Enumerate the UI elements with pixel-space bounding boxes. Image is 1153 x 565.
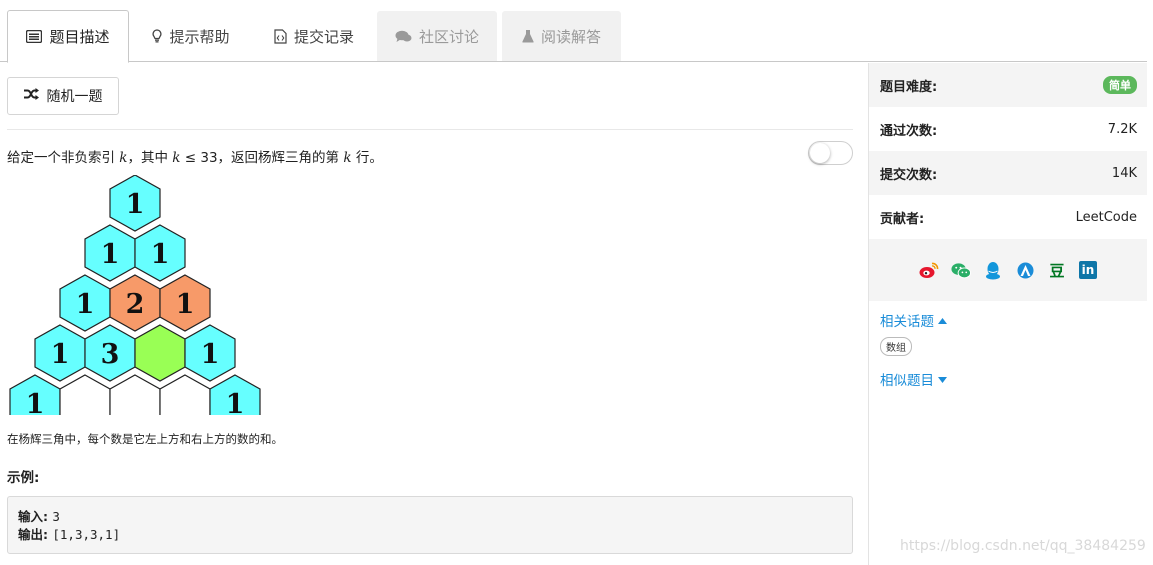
contributor-row: 贡献者: LeetCode bbox=[869, 195, 1147, 239]
example-code-block: 输入: 3 输出: [1,3,3,1] bbox=[7, 496, 853, 554]
statement-text: 给定一个非负索引 bbox=[7, 150, 120, 166]
hex-cell bbox=[134, 324, 186, 382]
watermark: https://blog.csdn.net/qq_38484259 bbox=[900, 538, 1146, 554]
hex-value: 3 bbox=[101, 339, 120, 370]
hex-value: 1 bbox=[26, 389, 45, 415]
submissions-row: 提交次数: 14K bbox=[869, 151, 1147, 195]
difficulty-row: 题目难度: 简单 bbox=[869, 63, 1147, 107]
example-heading: 示例: bbox=[7, 470, 40, 486]
statement-text: ，其中 bbox=[127, 150, 173, 166]
divider bbox=[7, 129, 853, 130]
hex-cell bbox=[109, 374, 161, 415]
qq-icon[interactable] bbox=[983, 260, 1003, 280]
random-problem-label: 随机一题 bbox=[46, 89, 103, 105]
hex-value: 1 bbox=[101, 239, 120, 270]
qzone-icon[interactable] bbox=[1015, 260, 1035, 280]
random-problem-button[interactable]: 随机一题 bbox=[7, 77, 119, 115]
wechat-icon[interactable] bbox=[951, 260, 971, 280]
example-output-line: 输出: [1,3,3,1] bbox=[18, 527, 121, 542]
tab-submissions[interactable]: 提交记录 bbox=[253, 10, 375, 62]
tab-label: 题目描述 bbox=[49, 28, 110, 46]
tab-label: 提示帮助 bbox=[169, 27, 230, 46]
caret-down-icon bbox=[938, 371, 947, 387]
hex-value: 1 bbox=[176, 289, 195, 320]
tab-description[interactable]: 题目描述 bbox=[7, 10, 129, 63]
submissions-value: 14K bbox=[1111, 165, 1137, 181]
douban-icon[interactable]: 豆 bbox=[1047, 260, 1067, 280]
contributor-label: 贡献者: bbox=[880, 211, 925, 227]
variable-k: k bbox=[343, 150, 352, 166]
hex-value: 1 bbox=[151, 239, 170, 270]
example-input-line: 输入: 3 bbox=[18, 509, 60, 524]
accepted-label: 通过次数: bbox=[880, 123, 938, 139]
similar-problems-toggle[interactable]: 相似题目 bbox=[869, 369, 1147, 389]
accepted-value: 7.2K bbox=[1107, 121, 1137, 137]
toggle-knob bbox=[810, 143, 830, 163]
toggle-switch[interactable] bbox=[808, 141, 853, 165]
topic-tag-array[interactable]: 数组 bbox=[880, 337, 912, 356]
submissions-label: 提交次数: bbox=[880, 167, 938, 183]
linkedin-icon[interactable]: in bbox=[1079, 261, 1097, 279]
contributor-value: LeetCode bbox=[1075, 209, 1137, 225]
difficulty-badge: 简单 bbox=[1103, 76, 1137, 94]
example-output-value: [1,3,3,1] bbox=[52, 527, 121, 542]
weibo-icon[interactable] bbox=[919, 260, 939, 280]
hex-value: 1 bbox=[51, 339, 70, 370]
share-bar: 豆 in bbox=[869, 239, 1147, 301]
tab-label: 社区讨论 bbox=[418, 27, 479, 46]
tab-hints[interactable]: 提示帮助 bbox=[130, 10, 252, 62]
hex-value: 1 bbox=[201, 339, 220, 370]
similar-problems-label: 相似题目 bbox=[880, 373, 934, 389]
hex-value: 1 bbox=[76, 289, 95, 320]
example-input-label: 输入 bbox=[18, 509, 44, 524]
shuffle-icon bbox=[23, 88, 39, 104]
statement-text: 行。 bbox=[351, 150, 383, 166]
accepted-row: 通过次数: 7.2K bbox=[869, 107, 1147, 151]
illustration-caption: 在杨辉三角中，每个数是它左上方和右上方的数的和。 bbox=[7, 432, 283, 446]
difficulty-label: 题目难度: bbox=[880, 79, 938, 95]
tab-solution[interactable]: 阅读解答 bbox=[502, 11, 621, 61]
problem-info-sidebar: 题目难度: 简单 通过次数: 7.2K 提交次数: 14K 贡献者: LeetC… bbox=[868, 63, 1147, 565]
caret-up-icon bbox=[938, 312, 947, 328]
tab-label: 提交记录 bbox=[293, 27, 354, 46]
related-topics-toggle[interactable]: 相关话题 bbox=[869, 310, 1147, 330]
flask-icon bbox=[522, 29, 534, 43]
lightbulb-icon bbox=[152, 29, 163, 43]
tab-label: 阅读解答 bbox=[540, 27, 601, 46]
tab-discuss[interactable]: 社区讨论 bbox=[377, 11, 497, 61]
related-topics-label: 相关话题 bbox=[880, 314, 934, 330]
comments-icon bbox=[395, 30, 412, 43]
hex-cell bbox=[159, 374, 211, 415]
hex-cell bbox=[59, 374, 111, 415]
example-input-value: 3 bbox=[52, 509, 60, 524]
list-icon bbox=[26, 30, 43, 43]
example-output-label: 输出 bbox=[18, 527, 44, 542]
hex-value: 2 bbox=[126, 289, 145, 320]
hex-value: 1 bbox=[126, 189, 145, 220]
statement-text: ≤ 33，返回杨辉三角的第 bbox=[180, 150, 344, 166]
pascal-triangle-illustration: 11 11 2 11 3 11 1 bbox=[9, 175, 261, 415]
hex-value: 1 bbox=[226, 389, 245, 415]
tab-bar: 题目描述 提示帮助 提交记录 社区讨论 阅读解答 bbox=[0, 0, 1147, 63]
problem-statement: 给定一个非负索引 k，其中 k ≤ 33，返回杨辉三角的第 k 行。 bbox=[7, 146, 383, 166]
code-file-icon bbox=[274, 28, 287, 44]
